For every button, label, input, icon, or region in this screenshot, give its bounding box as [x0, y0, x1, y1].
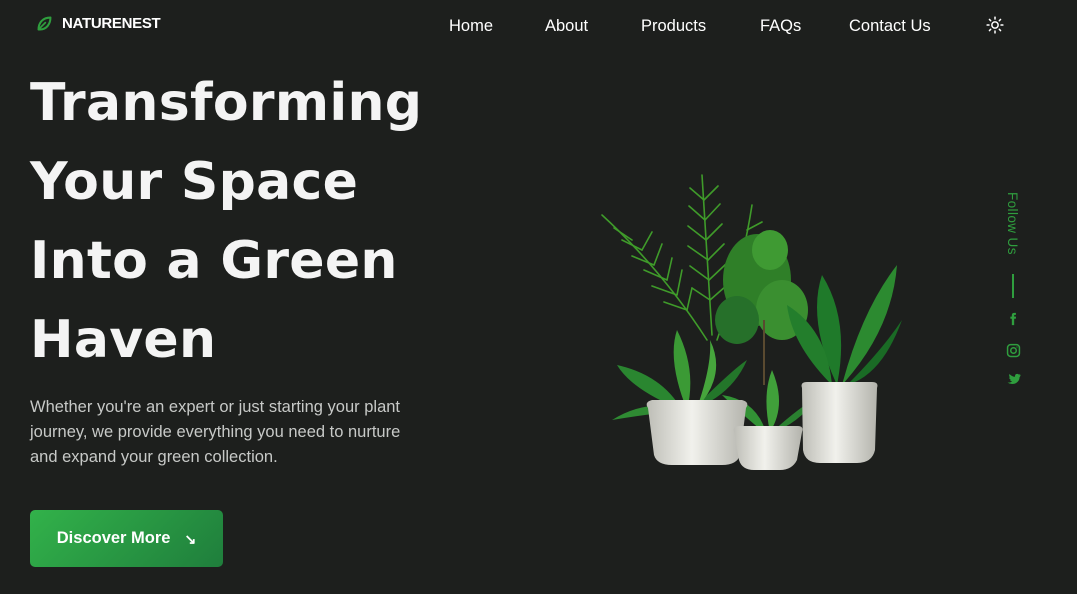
- nav-contact-us[interactable]: Contact Us: [849, 15, 931, 37]
- instagram-link[interactable]: [1004, 341, 1022, 359]
- hero-description: Whether you're an expert or just startin…: [30, 398, 401, 466]
- follow-divider: [1012, 274, 1014, 298]
- hero-title-line: Into a Green: [30, 231, 398, 291]
- hero-title-line: Transforming: [30, 73, 423, 133]
- follow-us-rail: Follow Us: [998, 190, 1028, 400]
- follow-us-label: Follow Us: [1005, 192, 1020, 255]
- arrow-down-right-icon: ↘: [184, 530, 197, 547]
- nav-home[interactable]: Home: [449, 15, 493, 37]
- main-nav: Home About Products FAQs Contact Us: [0, 15, 1077, 37]
- theme-toggle-button[interactable]: [984, 14, 1006, 36]
- facebook-icon: [1010, 312, 1017, 326]
- twitter-icon: [1007, 373, 1021, 384]
- twitter-link[interactable]: [1004, 371, 1022, 389]
- hero-title-line: Haven: [30, 310, 217, 370]
- hero-title-line: Your Space: [30, 152, 359, 212]
- nav-faqs[interactable]: FAQs: [760, 15, 801, 37]
- potted-plants-illustration: [601, 174, 902, 470]
- facebook-link[interactable]: [1004, 310, 1022, 328]
- nav-products[interactable]: Products: [641, 15, 706, 37]
- sun-icon: [986, 16, 1004, 34]
- nav-about[interactable]: About: [545, 15, 588, 37]
- landing-page: NATURENEST Home About Products FAQs Cont…: [0, 0, 1077, 594]
- instagram-icon: [1006, 343, 1020, 357]
- discover-more-button[interactable]: Discover More ↘: [30, 510, 223, 567]
- hero-title: Transforming Your Space Into a Green Hav…: [30, 64, 450, 380]
- discover-more-label: Discover More: [56, 529, 171, 547]
